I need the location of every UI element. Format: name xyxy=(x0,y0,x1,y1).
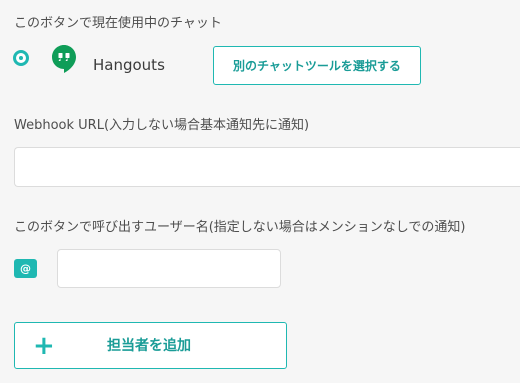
hangouts-icon xyxy=(52,45,76,73)
plus-icon: + xyxy=(33,331,55,361)
current-chat-label: このボタンで現在使用中のチャット xyxy=(14,16,222,31)
webhook-url-label: Webhook URL(入力しない場合基本通知先に通知) xyxy=(14,118,310,133)
chat-settings-panel: このボタンで現在使用中のチャット Hangouts 別のチャットツールを選択する… xyxy=(0,0,520,383)
chat-selected-radio[interactable] xyxy=(13,50,29,66)
chat-app-name: Hangouts xyxy=(93,56,165,74)
add-assignee-label: 担当者を追加 xyxy=(107,338,191,354)
add-assignee-button[interactable]: + 担当者を追加 xyxy=(14,322,287,369)
webhook-url-input[interactable] xyxy=(14,147,520,187)
mention-user-input[interactable] xyxy=(57,249,281,288)
mention-user-label: このボタンで呼び出すユーザー名(指定しない場合はメンションなしでの通知) xyxy=(14,220,466,235)
select-other-chat-button[interactable]: 別のチャットツールを選択する xyxy=(213,46,421,85)
at-mention-icon: @ xyxy=(14,259,37,278)
